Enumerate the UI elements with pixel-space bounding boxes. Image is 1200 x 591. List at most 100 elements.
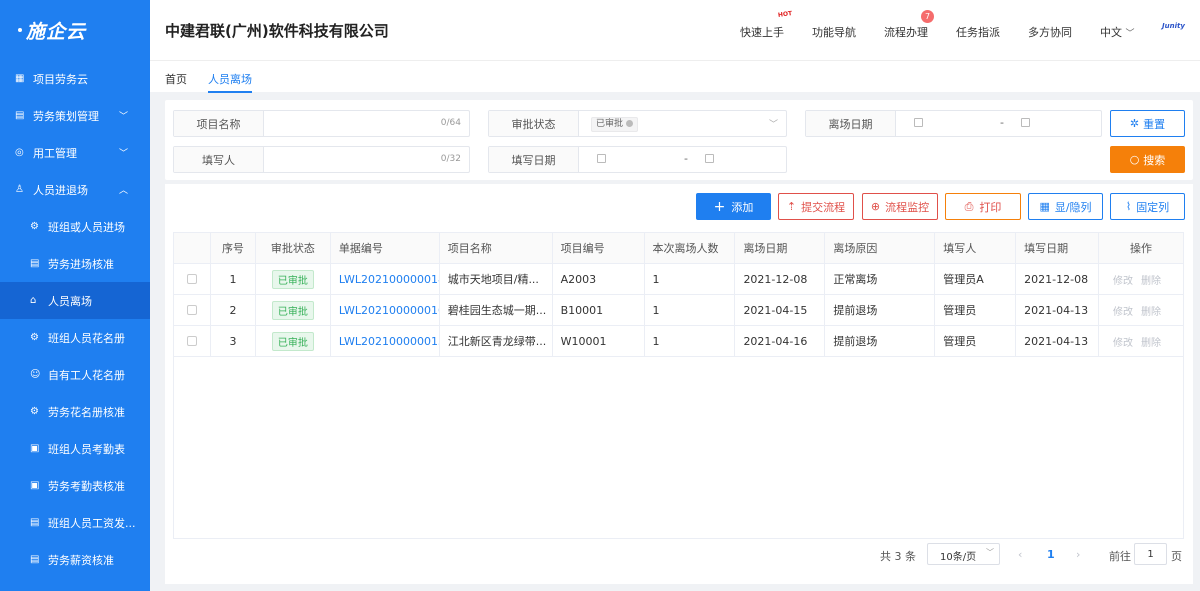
sidebar-item-9[interactable]: ☺ 自有工人花名册 [0, 356, 150, 393]
hot-badge: HOT [777, 10, 793, 19]
edit-button[interactable]: 修改 [1113, 272, 1133, 287]
prev-page-button[interactable]: ‹ [1018, 548, 1022, 561]
sidebar-item-12[interactable]: ▣ 劳务考勤表核准 [0, 467, 150, 504]
sidebar-item-1[interactable]: ▦ 项目劳务云 [0, 60, 150, 97]
sidebar-item-4[interactable]: ♙ 人员进退场 ︿ [0, 171, 150, 208]
upload-icon: ⇡ [786, 200, 797, 213]
sidebar-item-8[interactable]: ⚙ 班组人员花名册 [0, 319, 150, 356]
sidebar-item-6[interactable]: ▤ 劳务进场核准 [0, 245, 150, 282]
collab-link[interactable]: 多方协同 [1028, 24, 1072, 40]
sidebar-item-label: 班组人员考勤表 [48, 442, 125, 456]
brand-logo[interactable]: Junity [1162, 22, 1185, 30]
sidebar-item-2[interactable]: ▤ 劳务策划管理 ﹀ [0, 97, 150, 134]
gear-icon: ⚙ [30, 331, 39, 343]
writer-label: 填写人 [174, 147, 264, 172]
sidebar-item-label: 项目劳务云 [33, 72, 88, 86]
sidebar-item-14[interactable]: ▤ 劳务薪资核准 [0, 541, 150, 578]
checkbox-cell [174, 295, 211, 325]
writer-field[interactable]: 填写人 0/32 [173, 146, 470, 173]
sidebar-item-label: 自有工人花名册 [48, 368, 125, 382]
grid-icon: ▦ [1039, 200, 1050, 213]
process-monitor-button[interactable]: ⊕ 流程监控 [862, 193, 938, 220]
sidebar-item-13[interactable]: ▤ 班组人员工资发... [0, 504, 150, 541]
process-link[interactable]: 流程办理 7 [884, 10, 934, 40]
top-header: 中建君联(广州)软件科技有限公司 快速上手 HOT 功能导航 流程办理 7 任务指派… [150, 0, 1200, 60]
sidebar-item-11[interactable]: ▣ 班组人员考勤表 [0, 430, 150, 467]
edit-button[interactable]: 修改 [1113, 303, 1133, 318]
active-tab-indicator [208, 91, 252, 93]
edit-button[interactable]: 修改 [1113, 334, 1133, 349]
table-cell: 2021-04-16 [735, 326, 826, 356]
chevron-down-icon: ﹀ [986, 548, 994, 557]
print-button[interactable]: ⎙ 打印 [945, 193, 1021, 220]
tab-personnel-leave[interactable]: 人员离场 [208, 71, 252, 87]
sidebar-item-label: 班组人员花名册 [48, 331, 125, 345]
toggle-columns-button[interactable]: ▦ 显/隐列 [1028, 193, 1103, 220]
table-cell: 城市天地项目/精... [440, 264, 553, 294]
sidebar-nav: ▦ 项目劳务云 ▤ 劳务策划管理 ﹀ ◎ 用工管理 ﹀ ♙ 人员进退场 ︿ ⚙ 班组或人员进场 ▤ 劳务进场… [0, 60, 150, 578]
project-name-field[interactable]: 项目名称 0/64 [173, 110, 470, 137]
leave-date-range[interactable]: 离场日期 - [805, 110, 1102, 137]
table-panel: + 添加 ⇡ 提交流程 ⊕ 流程监控 ⎙ 打印 ▦ 显/隐列 ⌇ 固定列 序号 审批状态 单据编… [165, 184, 1193, 584]
function-nav-link[interactable]: 功能导航 [812, 24, 856, 40]
reset-icon: ✲ [1129, 117, 1140, 130]
write-date-range[interactable]: 填写日期 - [488, 146, 787, 173]
table-cell: 1 [645, 326, 736, 356]
app-logo[interactable]: 施企云 [0, 0, 150, 60]
approval-status-label: 审批状态 [489, 111, 579, 136]
sidebar-item-10[interactable]: ⚙ 劳务花名册核准 [0, 393, 150, 430]
sidebar-item-5[interactable]: ⚙ 班组或人员进场 [0, 208, 150, 245]
search-button[interactable]: ○ 搜索 [1110, 146, 1185, 173]
tab-bar: 首页 人员离场 [150, 60, 1200, 93]
row-checkbox[interactable] [186, 336, 197, 346]
table-cell: 正常离场 [825, 264, 936, 294]
status-tag[interactable]: 已审批 [591, 117, 639, 132]
task-assign-link[interactable]: 任务指派 [956, 24, 1000, 40]
process-count-badge: 7 [921, 10, 934, 23]
delete-button[interactable]: 删除 [1141, 334, 1161, 349]
sidebar-item-label: 劳务进场核准 [48, 257, 114, 271]
page-size-select[interactable]: 10条/页 ﹀ [927, 543, 1000, 565]
document-number-link[interactable]: LWL202100000015 [339, 335, 439, 348]
table-row[interactable]: 1 已审批 LWL202100000018 城市天地项目/精... A2003 1 2021… [174, 264, 1183, 295]
document-number-link[interactable]: LWL202100000016 [339, 304, 439, 317]
submit-process-button[interactable]: ⇡ 提交流程 [778, 193, 854, 220]
table-cell: 提前退场 [825, 326, 936, 356]
status-cell: 已审批 [256, 326, 331, 356]
quick-start-link[interactable]: 快速上手 HOT [740, 10, 792, 40]
status-cell: 已审批 [256, 264, 331, 294]
column-header: 序号 [211, 233, 256, 263]
target-icon: ◎ [15, 146, 24, 158]
close-icon[interactable] [626, 120, 634, 127]
approval-status-select[interactable]: 审批状态 已审批 ﹀ [488, 110, 787, 137]
fix-columns-button[interactable]: ⌇ 固定列 [1110, 193, 1185, 220]
reset-button[interactable]: ✲ 重置 [1110, 110, 1185, 137]
document-number-link[interactable]: LWL202100000018 [339, 273, 439, 286]
add-button[interactable]: + 添加 [696, 193, 771, 220]
column-header: 离场原因 [825, 233, 936, 263]
char-count: 0/32 [440, 154, 461, 164]
table-row[interactable]: 3 已审批 LWL202100000015 江北新区青龙绿带... W10001 1 202… [174, 326, 1183, 357]
language-select[interactable]: 中文 ﹀ [1100, 24, 1135, 40]
delete-button[interactable]: 删除 [1141, 272, 1161, 287]
tab-home[interactable]: 首页 [165, 71, 187, 87]
sidebar-item-label: 劳务薪资核准 [48, 553, 114, 567]
chevron-down-icon: ﹀ [118, 149, 128, 159]
delete-button[interactable]: 删除 [1141, 303, 1161, 318]
row-checkbox[interactable] [186, 274, 197, 284]
page-number-active[interactable]: 1 [1047, 548, 1055, 561]
column-header: 填写人 [935, 233, 1017, 263]
table-header-row: 序号 审批状态 单据编号 项目名称 项目编号 本次离场人数 离场日期 离场原因 填写人 填写日期 操… [174, 233, 1183, 264]
column-header: 单据编号 [331, 233, 440, 263]
project-name-label: 项目名称 [174, 111, 264, 136]
sidebar-item-7[interactable]: ⌂ 人员离场 [0, 282, 150, 319]
goto-page-input[interactable]: 1 [1134, 543, 1167, 565]
next-page-button[interactable]: › [1076, 548, 1080, 561]
sidebar-item-label: 人员进退场 [33, 183, 88, 197]
goto-label: 前往 [1109, 550, 1131, 563]
sidebar-item-3[interactable]: ◎ 用工管理 ﹀ [0, 134, 150, 171]
table-row[interactable]: 2 已审批 LWL202100000016 碧桂园生态城一期... B10001 1 202… [174, 295, 1183, 326]
table-cell: A2003 [553, 264, 645, 294]
sidebar-item-label: 劳务策划管理 [33, 109, 99, 123]
row-checkbox[interactable] [186, 305, 197, 315]
